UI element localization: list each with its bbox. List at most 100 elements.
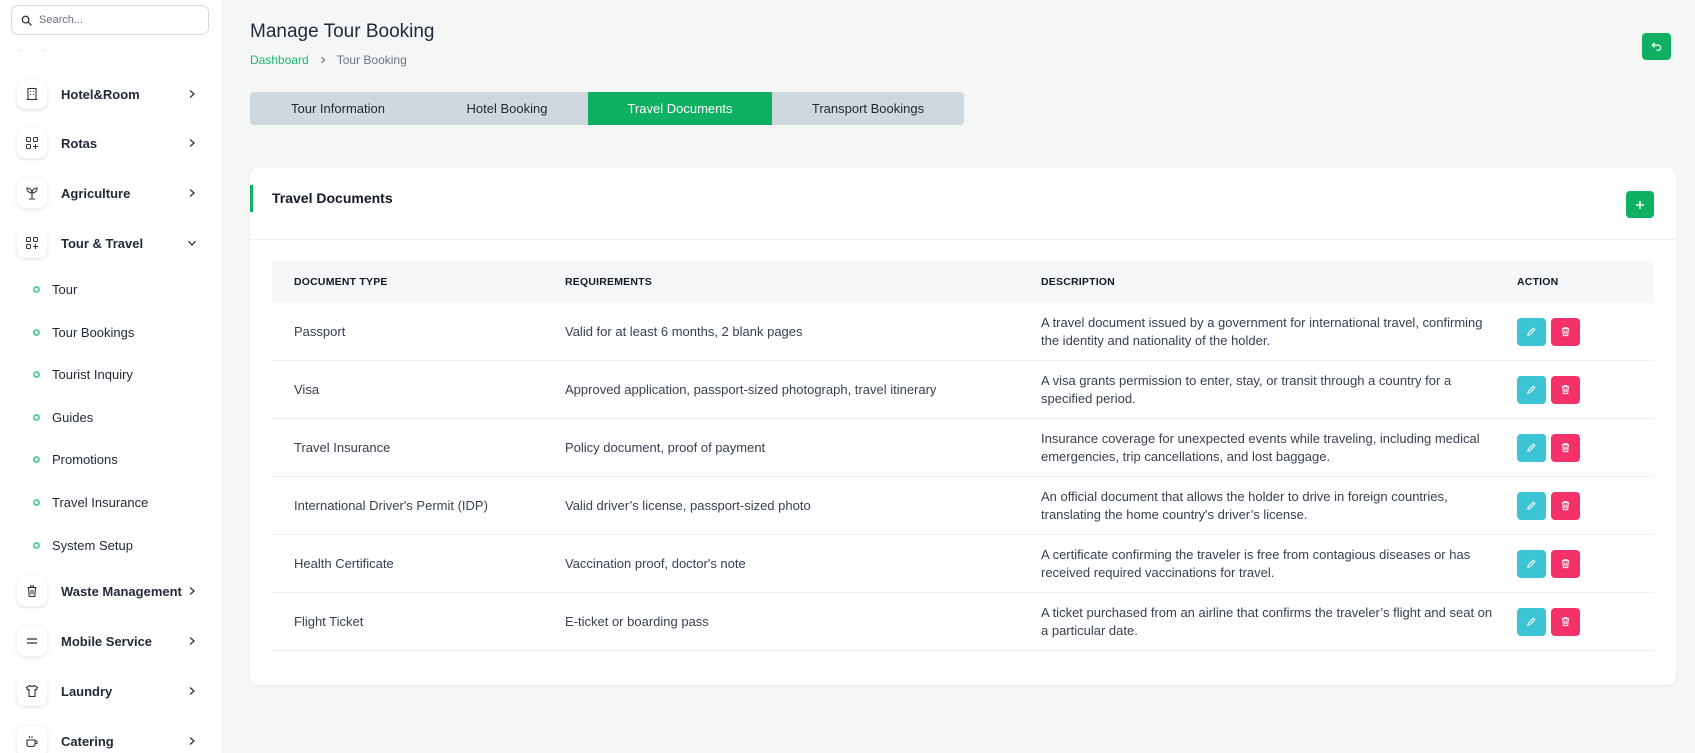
column-header-requirements: REQUIREMENTS	[565, 276, 652, 288]
cell-document-type: Visa	[294, 382, 320, 397]
bullet-icon	[33, 413, 40, 421]
add-document-button[interactable]	[1626, 191, 1654, 218]
pencil-icon	[1527, 617, 1536, 626]
chevron-right-icon	[189, 687, 195, 695]
sidebar-item-partial	[17, 38, 47, 52]
grid-plus-icon	[17, 228, 47, 258]
edit-button[interactable]	[1517, 549, 1546, 578]
sidebar-item-catering[interactable]: Catering	[17, 725, 207, 753]
sidebar-subitem-tourist-inquiry[interactable]: Tourist Inquiry	[33, 364, 133, 384]
plant-icon	[17, 178, 47, 208]
delete-button[interactable]	[1551, 549, 1580, 578]
edit-button[interactable]	[1517, 375, 1546, 404]
cell-description: An official document that allows the hol…	[1041, 488, 1448, 522]
edit-button[interactable]	[1517, 607, 1546, 636]
sidebar-item-label: Rotas	[61, 135, 98, 151]
sidebar-subitem-tour-bookings[interactable]: Tour Bookings	[33, 322, 134, 342]
sidebar-item-label: Agriculture	[61, 185, 131, 201]
sidebar-subitem-label: Tourist Inquiry	[52, 366, 133, 382]
tab-transport-bookings[interactable]: Transport Bookings	[772, 92, 964, 125]
back-arrow-icon	[1651, 42, 1662, 51]
card-accent-bar	[250, 185, 253, 212]
sidebar-subitem-label: Travel Insurance	[52, 494, 149, 510]
booking-tabs: Tour Information Hotel Booking Travel Do…	[250, 92, 964, 125]
search-input[interactable]	[39, 14, 199, 26]
breadcrumb: Dashboard Tour Booking	[250, 53, 407, 67]
cell-description: Insurance coverage for unexpected events…	[1041, 430, 1480, 464]
cell-document-type: Passport	[294, 324, 346, 339]
chevron-right-icon	[189, 587, 195, 595]
cell-document-type: International Driver's Permit (IDP)	[294, 498, 488, 513]
pencil-icon	[1527, 559, 1536, 568]
column-header-document-type: DOCUMENT TYPE	[294, 276, 388, 288]
travel-documents-card: Travel Documents DOCUMENT TYPE REQUIREME…	[250, 168, 1676, 685]
cell-actions	[1517, 491, 1654, 520]
cell-actions	[1517, 607, 1654, 636]
chevron-right-icon	[189, 637, 195, 645]
equals-icon	[17, 626, 47, 656]
pencil-icon	[1527, 443, 1536, 452]
sidebar-item-agriculture[interactable]: Agriculture	[17, 177, 207, 209]
sidebar-item-tour-travel[interactable]: Tour & Travel	[17, 227, 207, 259]
sidebar-subitem-guides[interactable]: Guides	[33, 407, 93, 427]
tab-hotel-booking[interactable]: Hotel Booking	[426, 92, 588, 125]
grid-plus-icon	[17, 128, 47, 158]
sidebar-item-label: Mobile Service	[61, 633, 153, 649]
delete-button[interactable]	[1551, 375, 1580, 404]
plus-icon	[1636, 200, 1644, 209]
sidebar-subitem-label: Guides	[52, 409, 94, 425]
cell-requirements: Approved application, passport-sized pho…	[565, 382, 937, 397]
trash-icon	[1561, 385, 1570, 395]
delete-button[interactable]	[1551, 607, 1580, 636]
sidebar-item-rotas[interactable]: Rotas	[17, 127, 207, 159]
bullet-icon	[33, 498, 40, 506]
tab-travel-documents[interactable]: Travel Documents	[588, 92, 772, 125]
search-box[interactable]	[11, 5, 209, 35]
sidebar-item-mobile-service[interactable]: Mobile Service	[17, 625, 207, 657]
chevron-down-icon	[188, 240, 196, 246]
cell-actions	[1517, 549, 1654, 578]
delete-button[interactable]	[1551, 317, 1580, 346]
trash-icon	[1561, 501, 1570, 511]
edit-button[interactable]	[1517, 433, 1546, 462]
sidebar-item-laundry[interactable]: Laundry	[17, 675, 207, 707]
sidebar-item-label: Hotel&Room	[61, 86, 140, 102]
cell-requirements: E-ticket or boarding pass	[565, 614, 709, 629]
back-button[interactable]	[1642, 33, 1671, 60]
table-row: International Driver's Permit (IDP) Vali…	[272, 477, 1654, 535]
cell-description: A certificate confirming the traveler is…	[1041, 546, 1471, 580]
delete-button[interactable]	[1551, 491, 1580, 520]
sidebar-item-waste-management[interactable]: Waste Management	[17, 575, 207, 607]
sidebar-subitem-system-setup[interactable]: System Setup	[33, 535, 133, 555]
table-row: Travel Insurance Policy document, proof …	[272, 419, 1654, 477]
tab-tour-information[interactable]: Tour Information	[250, 92, 426, 125]
cell-description: A travel document issued by a government…	[1041, 314, 1483, 348]
sidebar-subitem-travel-insurance[interactable]: Travel Insurance	[33, 492, 148, 512]
edit-button[interactable]	[1517, 491, 1546, 520]
cell-document-type: Flight Ticket	[294, 614, 364, 629]
cell-actions	[1517, 433, 1654, 462]
sidebar-item-hotel-room[interactable]: Hotel&Room	[17, 78, 207, 110]
cell-document-type: Travel Insurance	[294, 440, 391, 455]
bullet-icon	[33, 455, 40, 463]
table-row: Passport Valid for at least 6 months, 2 …	[272, 303, 1654, 361]
delete-button[interactable]	[1551, 433, 1580, 462]
shirt-icon	[17, 676, 47, 706]
sidebar-subitem-promotions[interactable]: Promotions	[33, 449, 118, 469]
sidebar-subitem-label: Tour	[52, 281, 78, 297]
documents-table: DOCUMENT TYPE REQUIREMENTS DESCRIPTION A…	[272, 261, 1654, 651]
trash-icon	[1561, 559, 1570, 569]
sidebar-subitem-tour[interactable]: Tour	[33, 279, 77, 299]
column-header-action: ACTION	[1517, 276, 1559, 288]
chevron-right-icon	[189, 737, 195, 745]
bullet-icon	[33, 328, 40, 336]
table-row: Health Certificate Vaccination proof, do…	[272, 535, 1654, 593]
column-header-description: DESCRIPTION	[1041, 276, 1115, 288]
coffee-icon	[17, 726, 47, 753]
trash-icon	[1561, 443, 1570, 453]
cell-document-type: Health Certificate	[294, 556, 394, 571]
edit-button[interactable]	[1517, 317, 1546, 346]
sidebar-item-label: Catering	[61, 733, 114, 749]
breadcrumb-dashboard-link[interactable]: Dashboard	[250, 53, 309, 67]
cell-requirements: Policy document, proof of payment	[565, 440, 766, 455]
